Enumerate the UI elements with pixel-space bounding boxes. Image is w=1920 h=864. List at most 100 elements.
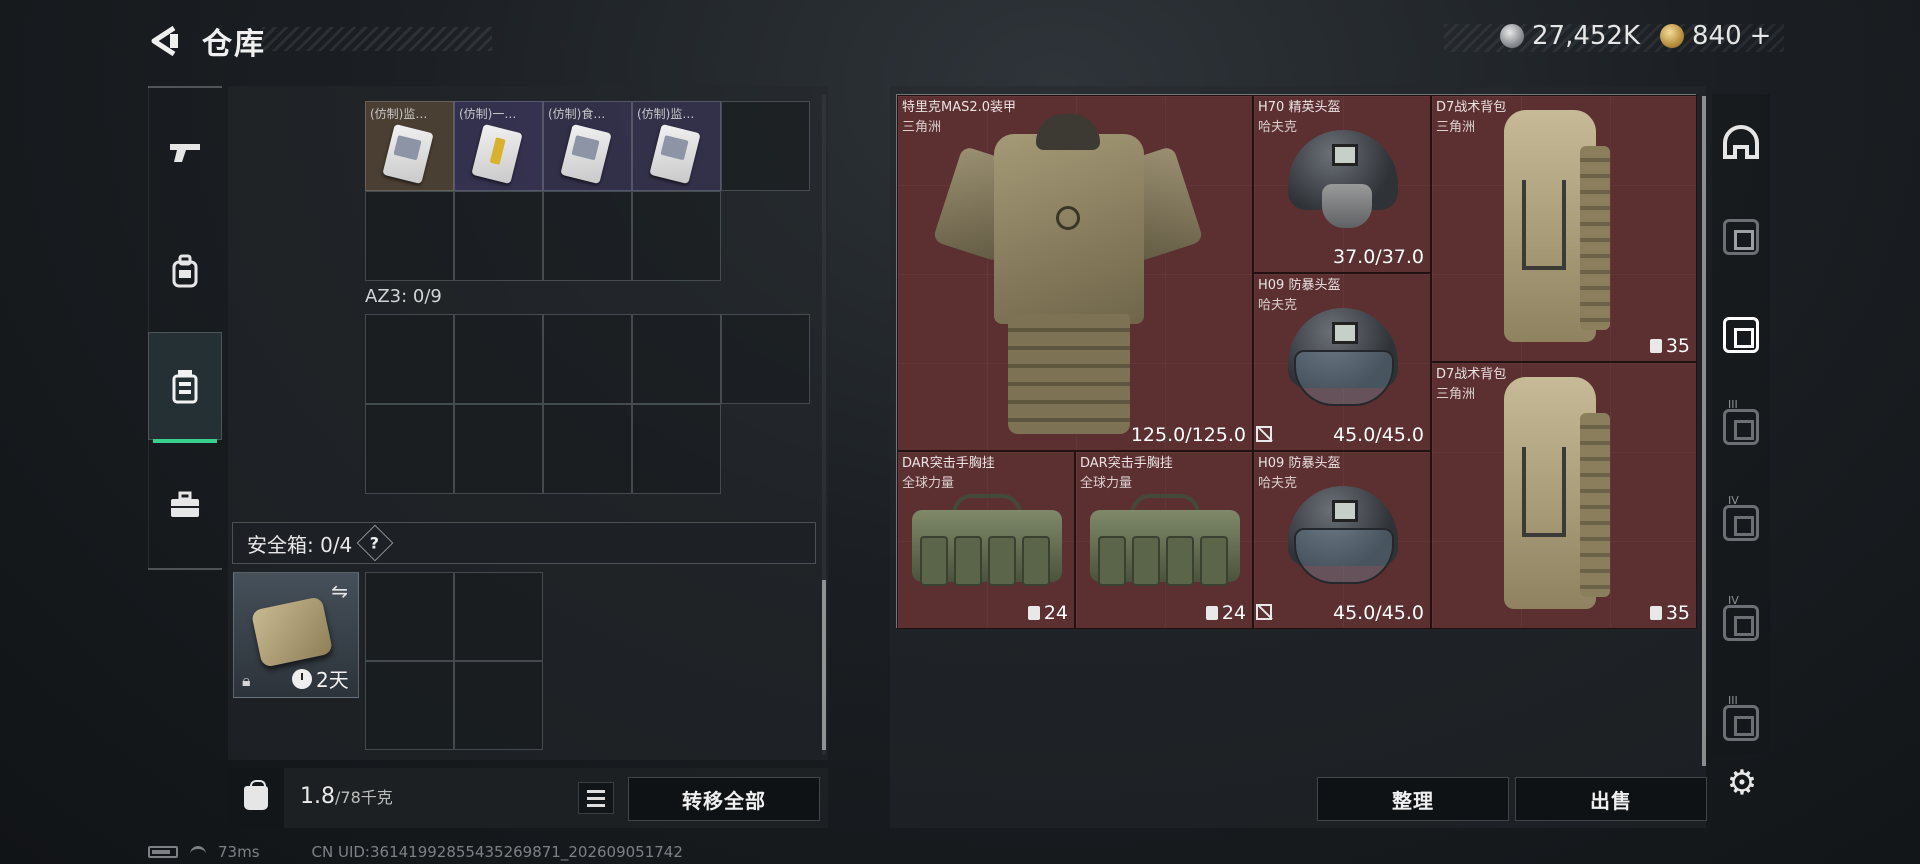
gear-durability: 125.0/125.0 <box>1130 424 1246 446</box>
transfer-all-button[interactable]: 转移全部 <box>628 777 820 821</box>
gold-amount: 840 <box>1692 21 1742 51</box>
capacity-icon <box>1649 606 1662 620</box>
gear-item-backpack[interactable]: D7战术背包 三角洲 35 <box>1431 95 1697 362</box>
category-containers[interactable] <box>148 332 222 443</box>
riot-helmet-image <box>1288 486 1398 586</box>
capacity-value: 35 <box>1665 602 1690 624</box>
page-title: 仓库 <box>202 27 266 62</box>
capacity-icon <box>1027 606 1040 620</box>
empty-slot[interactable] <box>365 404 454 494</box>
empty-slot[interactable] <box>721 314 810 404</box>
weight-value: 1.8 <box>300 784 335 809</box>
gear-brand: 三角洲 <box>1436 387 1476 402</box>
empty-slot[interactable] <box>365 314 454 404</box>
filter-tier-iv[interactable]: IV <box>1718 594 1764 646</box>
item-label: (仿制)监… <box>637 107 695 121</box>
storage-item[interactable]: (仿制)监… <box>365 101 454 191</box>
gear-name: 特里克MAS2.0装甲 <box>902 100 1017 115</box>
empty-slot[interactable] <box>365 661 454 750</box>
empty-slot[interactable] <box>454 404 543 494</box>
gear-item-backpack[interactable]: D7战术背包 三角洲 35 <box>1431 362 1697 629</box>
weight-readout: 1.8/78千克 <box>300 784 393 809</box>
rail-top-divider <box>148 86 222 88</box>
gear-name: D7战术背包 <box>1436 100 1507 115</box>
gear-capacity: 35 <box>1649 335 1690 357</box>
storage-scrollbar-thumb[interactable] <box>822 580 826 750</box>
silver-currency: 27,452K <box>1500 21 1640 51</box>
storage-item[interactable]: (仿制)一… <box>454 101 543 191</box>
gear-durability: 45.0/45.0 <box>1332 602 1424 624</box>
tier-iii-icon: III <box>1723 398 1759 445</box>
gear-item-chest-rig[interactable]: DAR突击手胸挂 全球力量 24 <box>897 451 1075 629</box>
list-line <box>587 789 605 793</box>
weight-icon <box>244 780 268 810</box>
weight-icon-box <box>228 768 284 828</box>
status-bar: 73ms CN UID:3614199285543526987​1_202609… <box>148 842 683 862</box>
gear-item-armor[interactable]: 特里克MAS2.0装甲 三角洲 125.0/125.0 <box>897 95 1253 451</box>
armor-vest-image <box>932 114 1204 444</box>
filter-armor-tier[interactable] <box>1718 214 1764 260</box>
keycard-icon <box>471 123 523 185</box>
empty-slot[interactable] <box>365 572 454 661</box>
safe-box-item[interactable]: ⇋ 🔒︎ 2天 <box>233 572 359 698</box>
empty-slot[interactable] <box>721 101 810 191</box>
days-remaining: 2天 <box>316 668 349 692</box>
category-supplies[interactable] <box>148 470 222 540</box>
filter-tier-iii[interactable]: III <box>1718 694 1764 746</box>
empty-slot[interactable] <box>454 314 543 404</box>
empty-slot[interactable] <box>365 191 454 281</box>
empty-slot[interactable] <box>543 314 632 404</box>
empty-slot[interactable] <box>543 191 632 281</box>
empty-slot[interactable] <box>543 404 632 494</box>
silver-amount: 27,452K <box>1532 21 1641 51</box>
sell-button[interactable]: 出售 <box>1515 777 1707 821</box>
help-icon[interactable]: ? <box>356 524 394 562</box>
empty-slot[interactable] <box>454 191 543 281</box>
gear-icon[interactable]: ⚙ <box>1720 761 1764 805</box>
swap-icon[interactable]: ⇋ <box>331 579 348 603</box>
list-line <box>587 796 605 800</box>
safe-box-header: 安全箱: 0/4 ? <box>232 522 816 564</box>
empty-slot[interactable] <box>632 404 721 494</box>
id-card-icon <box>560 123 612 185</box>
gear-item-helmet[interactable]: H09 防暴头盔 哈夫克 45.0/45.0 <box>1253 451 1431 629</box>
backpack-tier-icon <box>1723 317 1759 353</box>
empty-slot[interactable] <box>454 661 543 750</box>
chest-rig-image <box>1090 492 1240 592</box>
capacity-icon <box>1205 606 1218 620</box>
item-label: (仿制)食… <box>548 107 606 121</box>
gold-coin-icon <box>1660 24 1684 48</box>
tier-iv-icon: IV <box>1723 494 1759 541</box>
item-label: (仿制)一… <box>459 107 517 121</box>
gear-item-chest-rig[interactable]: DAR突击手胸挂 全球力量 24 <box>1075 451 1253 629</box>
equipment-grid: 特里克MAS2.0装甲 三角洲 125.0/125.0 H70 精英头盔 哈夫克… <box>896 94 1697 629</box>
back-arrow-icon[interactable] <box>148 24 182 58</box>
user-uid: CN UID:3614199285543526987​1_20260905174… <box>311 843 683 861</box>
gear-item-helmet[interactable]: H70 精英头盔 哈夫克 37.0/37.0 <box>1253 95 1431 273</box>
helmet-image <box>1288 130 1398 230</box>
filter-tier-iii[interactable]: III <box>1718 398 1764 450</box>
weight-max: /78千克 <box>335 788 393 807</box>
add-gold-button[interactable]: + <box>1750 21 1772 51</box>
gear-item-helmet[interactable]: H09 防暴头盔 哈夫克 45.0/45.0 <box>1253 273 1431 451</box>
tier-iv-icon: IV <box>1723 594 1759 641</box>
gold-currency[interactable]: 840 + <box>1660 21 1771 51</box>
list-view-button[interactable] <box>578 782 614 814</box>
empty-slot[interactable] <box>454 572 543 661</box>
tier-label: IV <box>1728 594 1739 607</box>
storage-item[interactable]: (仿制)食… <box>543 101 632 191</box>
gear-name: DAR突击手胸挂 <box>902 456 995 471</box>
filter-helmet[interactable] <box>1718 120 1764 166</box>
sort-button[interactable]: 整理 <box>1317 777 1509 821</box>
empty-slot[interactable] <box>632 314 721 404</box>
filter-tier-iv[interactable]: IV <box>1718 494 1764 546</box>
equipment-scrollbar[interactable] <box>1702 96 1706 766</box>
filter-backpack-tier[interactable] <box>1718 312 1764 358</box>
ping-readout: 73ms <box>218 843 260 861</box>
capacity-value: 24 <box>1043 602 1068 624</box>
storage-item[interactable]: (仿制)监… <box>632 101 721 191</box>
category-equipment[interactable] <box>148 236 222 306</box>
empty-slot[interactable] <box>632 191 721 281</box>
gear-name: H09 防暴头盔 <box>1258 456 1341 471</box>
category-weapons[interactable] <box>148 118 222 188</box>
